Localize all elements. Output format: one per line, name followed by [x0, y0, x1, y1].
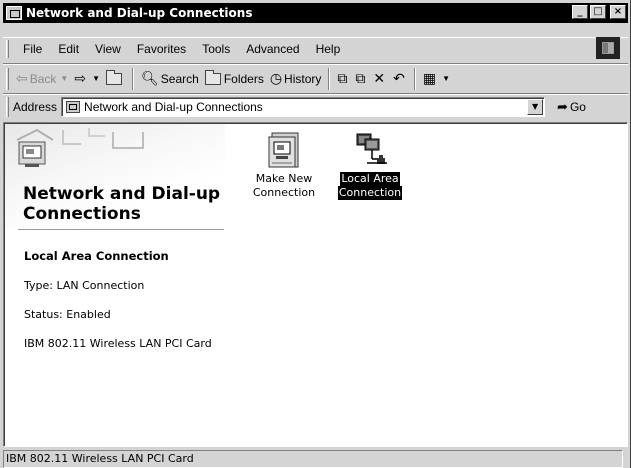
menu-favorites[interactable]: Favorites — [129, 42, 194, 56]
forward-dropdown-icon[interactable]: ▼ — [92, 74, 100, 83]
address-bar: Address ▼ ➦ Go — [3, 93, 628, 119]
window-title: Network and Dial-up Connections — [26, 6, 253, 20]
network-folder-icon — [6, 6, 22, 20]
back-label: Back — [29, 71, 57, 86]
toolbar-grip[interactable] — [6, 67, 9, 90]
go-arrow-icon: ➦ — [557, 98, 568, 114]
toolbar-separator — [328, 67, 331, 90]
panel-divider — [18, 229, 224, 230]
menu-bar: File Edit View Favorites Tools Advanced … — [3, 37, 628, 59]
up-folder-button[interactable] — [103, 68, 128, 90]
move-to-button[interactable]: ⧉ — [334, 68, 352, 90]
search-label: Search — [160, 71, 199, 86]
webview-banner: Network and Dial-up Connections — [5, 124, 225, 229]
folders-button[interactable]: Folders — [202, 68, 267, 90]
views-dropdown-icon[interactable]: ▼ — [442, 74, 450, 83]
history-label: History — [284, 71, 322, 86]
menu-help[interactable]: Help — [308, 42, 349, 56]
address-label: Address — [13, 99, 58, 114]
menu-edit[interactable]: Edit — [50, 42, 87, 56]
address-grip[interactable] — [6, 96, 9, 117]
menu-advanced[interactable]: Advanced — [238, 42, 307, 56]
back-button[interactable]: ⇦ Back ▼ — [13, 68, 71, 90]
network-banner-art — [16, 128, 144, 167]
address-combobox[interactable]: ▼ — [61, 96, 546, 117]
toolbar-separator — [132, 67, 134, 90]
menu-grip[interactable] — [6, 39, 9, 58]
views-button[interactable]: ▦ ▼ — [420, 68, 453, 90]
history-icon: ◷ — [269, 70, 283, 86]
make-new-connection-label: Make New Connection — [252, 172, 316, 199]
close-button[interactable]: × — [610, 5, 626, 19]
copy-to-icon: ⧉ — [355, 70, 366, 86]
status-text: IBM 802.11 Wireless LAN PCI Card — [3, 449, 623, 468]
selected-item-device: IBM 802.11 Wireless LAN PCI Card — [24, 337, 212, 350]
network-folder-icon — [66, 100, 81, 113]
back-dropdown-icon[interactable]: ▼ — [60, 74, 68, 83]
address-dropdown-icon[interactable]: ▼ — [527, 98, 544, 115]
forward-button[interactable]: ⇨ ▼ — [71, 68, 103, 90]
window-controls: _ □ × — [572, 5, 626, 19]
lan-connection-icon — [356, 133, 387, 164]
selected-item-type: Type: LAN Connection — [24, 279, 145, 292]
menu-view[interactable]: View — [87, 42, 129, 56]
back-arrow-icon: ⇦ — [16, 70, 28, 86]
toolbar-separator — [413, 67, 416, 90]
up-folder-icon — [106, 69, 122, 85]
delete-button[interactable]: ✕ — [370, 68, 390, 90]
address-input[interactable] — [84, 99, 505, 114]
search-button[interactable]: 🔍︎ Search — [138, 68, 202, 90]
selected-item-status: Status: Enabled — [24, 308, 111, 321]
maximize-button[interactable]: □ — [590, 5, 606, 19]
views-icon: ▦ — [422, 70, 437, 86]
undo-button[interactable]: ↶ — [390, 68, 410, 90]
folders-icon — [204, 69, 221, 85]
menu-tools[interactable]: Tools — [194, 42, 238, 56]
forward-arrow-icon: ⇨ — [74, 70, 87, 86]
folders-label: Folders — [223, 71, 264, 86]
undo-icon: ↶ — [393, 70, 405, 86]
local-area-connection-item[interactable]: Local Area Connection — [332, 125, 408, 200]
status-bar: IBM 802.11 Wireless LAN PCI Card — [3, 449, 628, 468]
standard-toolbar: ⇦ Back ▼ ⇨ ▼ 🔍︎ Search Folders ◷ History… — [3, 63, 628, 93]
panel-title: Network and Dial-up Connections — [23, 184, 221, 224]
selected-item-name: Local Area Connection — [24, 249, 169, 263]
selection-details: Local Area Connection Type: LAN Connecti… — [24, 249, 212, 366]
minimize-button[interactable]: _ — [572, 5, 588, 19]
history-button[interactable]: ◷ History — [267, 68, 325, 90]
title-bar[interactable]: Network and Dial-up Connections _ □ × — [3, 3, 628, 23]
search-icon: 🔍︎ — [141, 70, 159, 86]
copy-to-button[interactable]: ⧉ — [352, 68, 370, 90]
menu-file[interactable]: File — [15, 42, 50, 56]
explorer-window: Network and Dial-up Connections _ □ × Fi… — [0, 0, 631, 468]
go-label: Go — [569, 99, 586, 114]
delete-icon: ✕ — [373, 70, 386, 86]
make-new-connection-item[interactable]: Make New Connection — [246, 125, 322, 200]
go-button[interactable]: ➦ Go — [557, 99, 586, 115]
make-new-connection-icon — [268, 132, 299, 168]
move-to-icon: ⧉ — [337, 70, 348, 86]
windows-logo-icon — [596, 37, 620, 59]
folder-view[interactable]: Network and Dial-up Connections Local Ar… — [3, 122, 628, 447]
local-area-connection-label: Local Area Connection — [337, 172, 403, 200]
